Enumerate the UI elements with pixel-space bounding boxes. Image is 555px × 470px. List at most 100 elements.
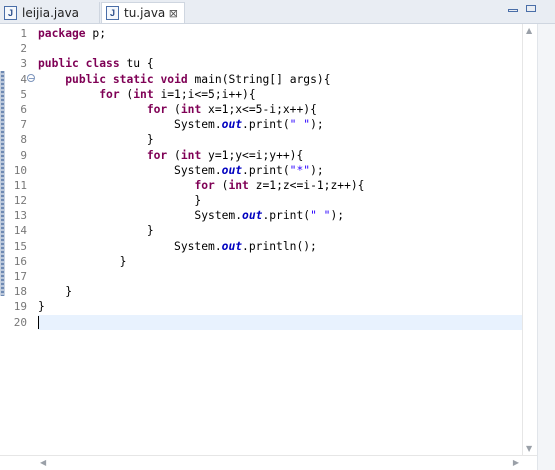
keyword-token: static (112, 72, 154, 86)
string-token: " " (289, 118, 311, 132)
keyword-token: int (180, 102, 202, 116)
code-line[interactable]: public static void main(String[] args){ (38, 72, 523, 87)
code-token: ( (167, 148, 181, 162)
line-number-ruler: 1 2 3 4 5 6 7 8 9 10 11 12 13 14 15 16 17 18 19 20 (0, 26, 27, 330)
code-token: System. (38, 163, 222, 177)
code-token: tu { (119, 57, 154, 71)
tab-leijia-java[interactable]: J leijia.java (0, 2, 100, 23)
code-token: ); (310, 163, 324, 177)
code-token: x=1;x<=5-i;x++){ (201, 102, 317, 116)
scroll-up-icon[interactable]: ▲ (526, 26, 532, 35)
code-token: System. (38, 118, 222, 132)
code-line[interactable]: } (38, 193, 523, 208)
code-line[interactable]: for (int z=1;z<=i-1;z++){ (38, 178, 523, 193)
code-token: ( (167, 102, 181, 116)
line-number: 18 (13, 285, 27, 299)
line-number: 5 (20, 87, 27, 101)
code-token: .print( (242, 118, 290, 132)
code-token: ( (119, 87, 134, 101)
code-token: } (38, 254, 127, 268)
line-number: 1 (20, 27, 27, 40)
code-token: p; (85, 27, 107, 40)
string-token: " " (310, 209, 331, 223)
code-token: } (38, 285, 73, 299)
code-line[interactable]: System.out.print(" "); (38, 117, 523, 132)
line-number: 13 (13, 209, 27, 223)
field-token: out (221, 163, 243, 177)
tab-tu-java[interactable]: J tu.java ⊠ (101, 2, 185, 23)
code-token: .print( (242, 163, 290, 177)
code-line[interactable]: } (38, 132, 523, 147)
minimize-icon[interactable] (508, 4, 518, 15)
keyword-token: int (133, 87, 154, 101)
maximize-icon[interactable] (526, 4, 536, 15)
keyword-token: for (99, 87, 120, 101)
code-line[interactable]: } (38, 299, 523, 314)
field-token: out (221, 239, 243, 253)
code-line[interactable]: for (int i=1;i<=5;i++){ (38, 87, 523, 102)
line-number: 14 (13, 224, 27, 238)
keyword-token: public (65, 72, 107, 86)
keyword-token: class (85, 57, 120, 71)
tab-label: tu.java (124, 6, 166, 20)
code-editor[interactable]: 1 2 3 4 5 6 7 8 9 10 11 12 13 14 15 16 17 18 19 20 − packag… (0, 24, 537, 455)
keyword-token: for (146, 102, 168, 116)
code-token: ); (310, 118, 324, 132)
text-caret (38, 316, 39, 330)
vertical-scrollbar[interactable]: ▲ ▼ (522, 24, 537, 455)
java-file-icon: J (106, 6, 119, 20)
code-line[interactable] (38, 314, 523, 330)
fold-collapse-icon[interactable]: − (27, 74, 35, 83)
code-text-area[interactable]: package p; public class tu { public stati… (38, 26, 523, 330)
code-line[interactable]: } (38, 223, 523, 238)
string-token: "*" (289, 163, 311, 177)
keyword-token: void (160, 72, 188, 86)
code-line[interactable] (38, 41, 523, 56)
code-line[interactable]: System.out.print(" "); (38, 208, 523, 223)
line-number: 20 (13, 315, 27, 329)
scroll-right-icon[interactable]: ▶ (513, 458, 519, 467)
code-token: .print( (262, 209, 311, 223)
close-icon[interactable]: ⊠ (169, 7, 178, 20)
line-number: 19 (13, 300, 27, 314)
keyword-token: int (228, 178, 249, 192)
scroll-left-icon[interactable]: ◀ (40, 458, 46, 467)
code-token: .println(); (242, 239, 317, 253)
line-number: 8 (20, 133, 27, 147)
code-line[interactable]: package p; (38, 26, 523, 41)
horizontal-scrollbar[interactable]: ◀ ▶ (0, 455, 537, 470)
keyword-token: public (38, 57, 79, 71)
code-token: i=1;i<=5;i++){ (153, 87, 256, 101)
code-line[interactable] (38, 269, 523, 284)
code-line[interactable]: public class tu { (38, 56, 523, 71)
field-token: out (221, 118, 243, 132)
line-number: 11 (13, 178, 27, 192)
code-line[interactable]: for (int y=1;y<=i;y++){ (38, 148, 523, 163)
scroll-down-icon[interactable]: ▼ (526, 444, 532, 453)
code-token: ( (214, 178, 229, 192)
code-token: z=1;z<=i-1;z++){ (248, 178, 365, 192)
code-line[interactable]: } (38, 254, 523, 269)
keyword-token: for (146, 148, 168, 162)
code-token: ); (330, 209, 345, 223)
code-line[interactable]: System.out.print("*"); (38, 163, 523, 178)
code-token: } (38, 194, 202, 208)
code-token: System. (38, 209, 243, 223)
code-line[interactable]: for (int x=1;x<=5-i;x++){ (38, 102, 523, 117)
code-line[interactable]: } (38, 284, 523, 299)
line-number: 17 (13, 270, 27, 283)
line-number: 12 (13, 194, 27, 208)
line-number: 10 (13, 163, 27, 177)
tab-label: leijia.java (22, 5, 80, 20)
field-token: out (242, 209, 263, 223)
code-token: } (38, 224, 154, 238)
code-line[interactable]: System.out.println(); (38, 239, 523, 254)
editor-tab-bar: J leijia.java J tu.java ⊠ (0, 0, 555, 24)
code-token: main(String[] args){ (187, 72, 331, 86)
line-number: 7 (20, 118, 27, 132)
